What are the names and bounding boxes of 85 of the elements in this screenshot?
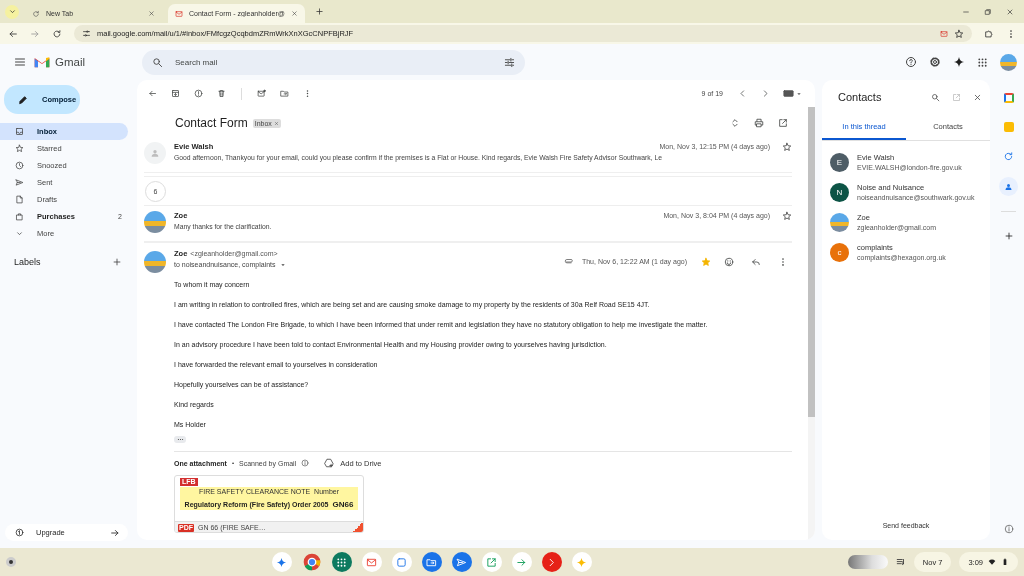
close-icon[interactable] — [1006, 7, 1014, 16]
document-number: GN66 — [332, 500, 354, 509]
mark-unread-icon — [257, 89, 266, 98]
labels-heading: Labels — [14, 257, 41, 267]
restore-icon[interactable] — [984, 7, 992, 16]
print-icon — [753, 118, 764, 128]
menu-icon[interactable] — [14, 56, 26, 68]
sender-avatar — [144, 211, 166, 233]
contact-avatar: N — [830, 182, 849, 202]
forward-icon[interactable] — [30, 28, 40, 39]
mail-icon[interactable] — [940, 29, 948, 38]
caret-icon — [7, 7, 17, 16]
settings-icon[interactable] — [929, 56, 941, 68]
mail-icon[interactable] — [361, 552, 382, 572]
expand-all-icon — [729, 118, 740, 128]
contact-avatar: E — [830, 152, 849, 172]
new-window-icon — [777, 118, 788, 128]
star-icon[interactable] — [782, 142, 792, 152]
delete-icon — [217, 89, 226, 98]
send-icon — [15, 178, 24, 187]
inbox-icon — [15, 127, 24, 136]
sender-avatar — [144, 142, 166, 164]
person-icon — [1004, 182, 1013, 191]
apps-grid-icon[interactable] — [331, 552, 352, 572]
filter-icon[interactable] — [504, 56, 515, 68]
browser-icon[interactable] — [301, 552, 322, 572]
new-tab-icon[interactable] — [315, 7, 324, 16]
search-icon — [152, 56, 163, 68]
video-play-icon[interactable] — [541, 552, 562, 572]
previous-icon — [738, 89, 747, 98]
launcher-button[interactable] — [6, 557, 16, 567]
sparkle-icon[interactable] — [953, 56, 965, 68]
info-icon[interactable] — [1003, 524, 1014, 534]
move-to-icon — [280, 89, 289, 98]
reply-icon — [750, 257, 761, 267]
site-settings-icon — [82, 29, 91, 38]
info-icon[interactable] — [301, 459, 310, 467]
remove-label-icon[interactable] — [273, 120, 279, 126]
account-avatar[interactable] — [1000, 53, 1017, 71]
add-icon[interactable] — [1003, 231, 1014, 241]
close-icon[interactable] — [973, 92, 982, 102]
close-icon[interactable] — [148, 10, 155, 17]
keyboard-icon — [783, 88, 794, 99]
contact-avatar: c — [830, 242, 849, 262]
add-label-icon[interactable] — [112, 257, 122, 267]
search-icon[interactable] — [931, 92, 940, 102]
emoji-reaction-icon — [723, 257, 734, 267]
reload-icon[interactable] — [52, 28, 62, 39]
pencil-icon — [18, 94, 28, 105]
bookmark-star-icon[interactable] — [954, 28, 964, 39]
mail-logo-icon — [34, 56, 50, 68]
thread-subject: Contact Form — [175, 116, 248, 130]
caret-icon — [15, 229, 24, 238]
upgrade-icon — [15, 528, 24, 537]
search-bar[interactable]: Search mail — [142, 49, 525, 75]
sender-avatar — [144, 251, 166, 273]
page-corner — [352, 523, 363, 532]
contact-avatar — [830, 212, 849, 232]
apps-icon[interactable] — [977, 56, 988, 68]
battery-icon — [1001, 558, 1009, 566]
help-icon[interactable] — [905, 56, 917, 68]
clock-icon — [15, 161, 24, 170]
file-icon — [15, 195, 24, 204]
star-icon[interactable] — [782, 211, 792, 221]
bag-icon — [15, 212, 24, 221]
ellipsis-icon — [176, 436, 184, 443]
report-icon — [194, 89, 203, 98]
show-trimmed-button[interactable] — [174, 436, 186, 443]
back-icon[interactable] — [8, 28, 18, 39]
folder-icon[interactable] — [421, 552, 442, 572]
star-icon — [15, 144, 24, 153]
arrow-icon — [110, 527, 120, 538]
close-icon[interactable] — [291, 10, 298, 17]
product-name: Gmail — [55, 56, 86, 68]
mail-icon — [175, 9, 183, 18]
next-icon — [761, 89, 770, 98]
contacts-rail-button[interactable] — [999, 177, 1018, 196]
archive-icon — [171, 89, 180, 98]
star-icon[interactable] — [701, 257, 711, 267]
search-input[interactable]: Search mail — [173, 56, 494, 68]
wifi-icon — [988, 558, 996, 566]
panel-title: Contacts — [838, 91, 882, 103]
scrollbar-thumb[interactable] — [808, 107, 815, 417]
playlist-icon[interactable] — [895, 557, 906, 567]
back-icon — [148, 89, 157, 98]
